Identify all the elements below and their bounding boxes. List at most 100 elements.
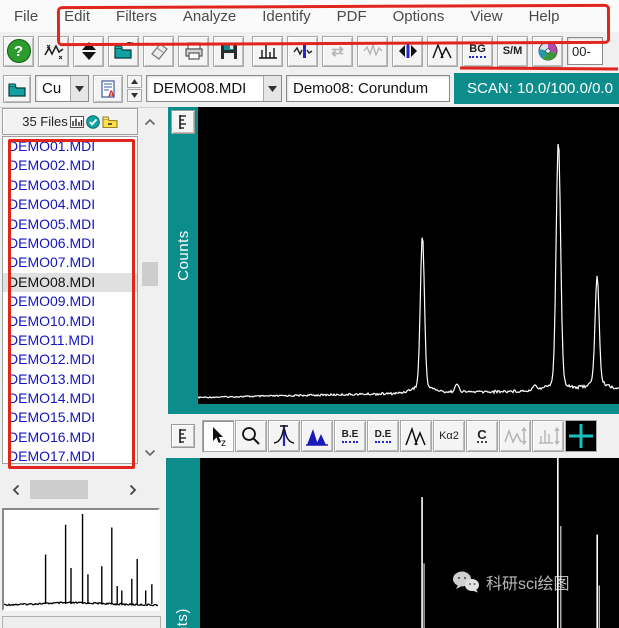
file-item[interactable]: DEMO07.MDI xyxy=(3,253,137,272)
thumbnail-chart xyxy=(4,510,158,609)
files-count-label: 35 Files xyxy=(22,114,68,129)
scroll-right-button[interactable] xyxy=(123,478,143,501)
files-header-button[interactable]: 35 Files xyxy=(2,108,138,135)
pattern-overview-thumbnail[interactable] xyxy=(2,508,160,611)
two-peaks-outline-icon xyxy=(404,424,428,448)
scroll-left-button[interactable] xyxy=(6,478,26,501)
scrollbar-thumb[interactable] xyxy=(30,480,88,499)
menu-view[interactable]: View xyxy=(470,8,502,25)
chevron-down-icon[interactable] xyxy=(263,76,281,101)
file-item[interactable]: DEMO12.MDI xyxy=(3,350,137,369)
svg-text:z: z xyxy=(221,438,226,448)
yellow-folder-icon[interactable] xyxy=(102,115,118,128)
menu-edit[interactable]: Edit xyxy=(64,8,90,25)
scale-spinner xyxy=(127,75,142,102)
kalpha2-strip-button[interactable]: Kα2 xyxy=(433,420,465,452)
jade-application-window: File Edit Filters Analyze Identify PDF O… xyxy=(0,0,619,628)
file-item[interactable]: DEMO16.MDI xyxy=(3,428,137,447)
file-item[interactable]: DEMO15.MDI xyxy=(3,408,137,427)
peaks-histogram-icon xyxy=(257,40,279,62)
file-item[interactable]: DEMO05.MDI xyxy=(3,215,137,234)
spinner-up-button[interactable] xyxy=(127,75,142,88)
wave-gray-icon xyxy=(362,40,384,62)
report-button[interactable]: A xyxy=(93,75,123,103)
axis-ruler-icon xyxy=(175,427,191,445)
main-toolbar: ? xyxy=(0,32,619,71)
menu-options[interactable]: Options xyxy=(393,8,445,25)
chevron-down-icon[interactable] xyxy=(70,76,88,101)
smooth-filter-button[interactable] xyxy=(287,36,318,67)
main-chart-canvas[interactable] xyxy=(198,107,619,404)
sort-files-button[interactable] xyxy=(73,36,104,67)
background-button[interactable]: BG xyxy=(462,36,493,67)
file-folder-button[interactable] xyxy=(3,75,31,103)
diffraction-edit-button[interactable]: D.E xyxy=(367,420,399,452)
menu-help[interactable]: Help xyxy=(529,8,560,25)
file-list: DEMO01.MDI DEMO02.MDI DEMO03.MDI DEMO04.… xyxy=(2,136,138,464)
spinner-down-button[interactable] xyxy=(127,89,142,102)
pdf-number-input[interactable]: 00- xyxy=(567,37,603,65)
printer-icon xyxy=(183,40,205,62)
expand-width-button[interactable] xyxy=(392,36,423,67)
crystallite-button[interactable]: C xyxy=(466,420,498,452)
toolkit-icon xyxy=(43,40,65,62)
pattern-view-button[interactable] xyxy=(252,36,283,67)
file-item[interactable]: DEMO09.MDI xyxy=(3,292,137,311)
save-button[interactable] xyxy=(213,36,244,67)
file-item-selected[interactable]: DEMO08.MDI xyxy=(3,273,137,292)
lower-chart-frame: Intensity(Counts) 科研sci绘图 xyxy=(166,458,619,628)
peak-cursor-button[interactable] xyxy=(268,420,300,452)
scale-sticks-icon xyxy=(536,424,560,448)
anode-select[interactable]: Cu xyxy=(35,75,89,102)
erase-button[interactable] xyxy=(143,36,174,67)
pdf-database-button[interactable] xyxy=(532,36,563,67)
profile-fit-button[interactable] xyxy=(427,36,458,67)
magnify-button[interactable] xyxy=(235,420,267,452)
axis-options-button[interactable] xyxy=(171,110,195,134)
crosshair-mode-button[interactable] xyxy=(565,420,597,452)
scrollbar-thumb[interactable] xyxy=(142,262,158,286)
menu-identify[interactable]: Identify xyxy=(262,8,310,25)
y-axis-label: Counts xyxy=(175,230,192,281)
file-item[interactable]: DEMO17.MDI xyxy=(3,447,137,464)
menu-file[interactable]: File xyxy=(14,8,38,25)
sm-button[interactable]: S/M xyxy=(497,36,528,67)
pdf-number-value: 00- xyxy=(572,44,591,59)
file-item[interactable]: DEMO02.MDI xyxy=(3,156,137,175)
background-edit-button[interactable]: B.E xyxy=(334,420,366,452)
file-item[interactable]: DEMO10.MDI xyxy=(3,312,137,331)
swap-arrows-icon: ⇄ xyxy=(331,42,344,60)
cursor-icon: z xyxy=(206,424,230,448)
sample-title-field[interactable]: Demo08: Corundum xyxy=(286,75,450,102)
chevron-down-icon xyxy=(144,449,156,457)
file-item[interactable]: DEMO14.MDI xyxy=(3,389,137,408)
menu-pdf[interactable]: PDF xyxy=(337,8,367,25)
files-scroll-down-button[interactable] xyxy=(139,444,161,462)
files-scroll-up-button[interactable] xyxy=(139,108,161,135)
check-circle-icon[interactable] xyxy=(86,115,100,129)
main-chart-frame: Counts xyxy=(168,107,619,414)
file-item[interactable]: DEMO03.MDI xyxy=(3,176,137,195)
pointer-zoom-button[interactable]: z xyxy=(202,420,234,452)
axis-options-button[interactable] xyxy=(171,424,195,448)
scan-status-text: SCAN: 10.0/100.0/0.0 xyxy=(467,80,613,97)
toolkit-button[interactable] xyxy=(38,36,69,67)
profile-peaks-button[interactable] xyxy=(400,420,432,452)
menu-analyze[interactable]: Analyze xyxy=(183,8,236,25)
file-item[interactable]: DEMO04.MDI xyxy=(3,195,137,214)
open-file-button[interactable] xyxy=(108,36,139,67)
mini-chart-icon[interactable] xyxy=(70,116,84,128)
current-file-select[interactable]: DEMO08.MDI xyxy=(146,75,282,102)
menu-filters[interactable]: Filters xyxy=(116,8,157,25)
print-button[interactable] xyxy=(178,36,209,67)
question-icon: ? xyxy=(7,39,31,63)
lower-chart-canvas[interactable]: 科研sci绘图 xyxy=(200,458,619,628)
file-item[interactable]: DEMO01.MDI xyxy=(3,137,137,156)
file-item[interactable]: DEMO13.MDI xyxy=(3,370,137,389)
scale-peaks-icon xyxy=(503,424,527,448)
help-button[interactable]: ? xyxy=(3,36,34,67)
file-item[interactable]: DEMO11.MDI xyxy=(3,331,137,350)
cd-wheel-icon xyxy=(537,40,559,62)
file-item[interactable]: DEMO06.MDI xyxy=(3,234,137,253)
area-peaks-button[interactable] xyxy=(301,420,333,452)
